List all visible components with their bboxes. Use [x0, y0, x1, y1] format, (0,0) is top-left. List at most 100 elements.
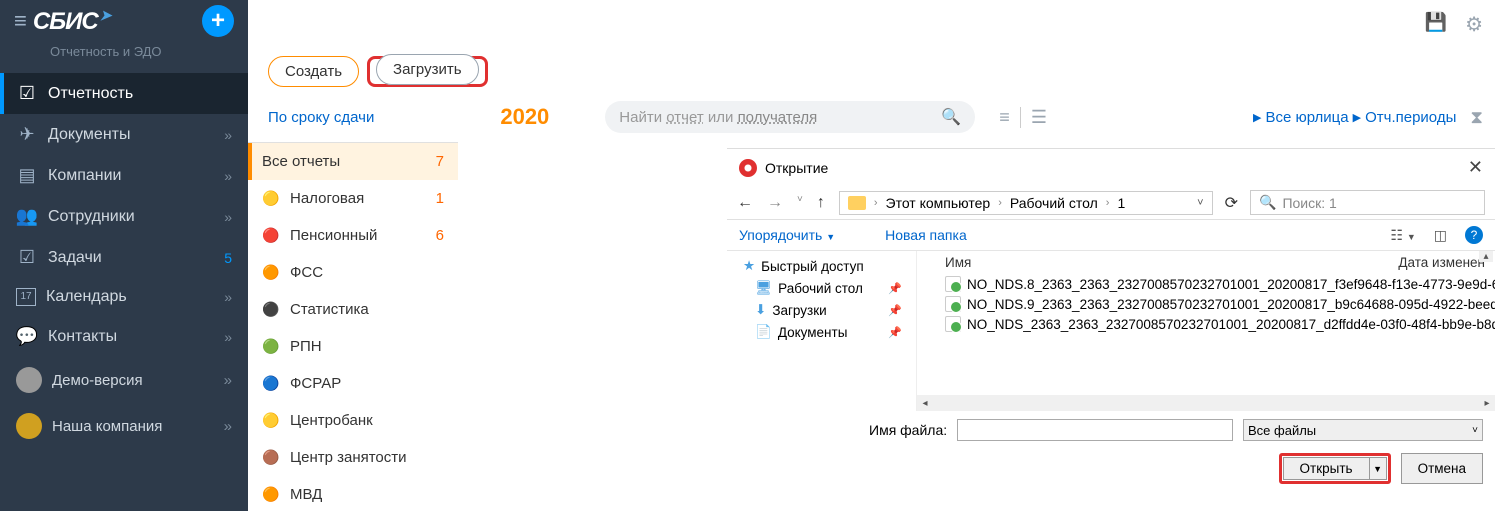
- employees-icon: 👥: [16, 206, 38, 227]
- side-item-documents[interactable]: 📄 Документы 📌: [733, 321, 910, 343]
- report-category-fss[interactable]: 🟠 ФСС: [248, 254, 458, 291]
- sidebar-item-label: Отчетность: [48, 85, 133, 103]
- tasks-badge: 5: [224, 250, 232, 266]
- search-input[interactable]: Найти отчет или получателя 🔍: [605, 101, 975, 133]
- chevron-down-icon[interactable]: ˅: [1197, 197, 1203, 209]
- sidebar-item-label: Контакты: [48, 328, 117, 346]
- periods-link[interactable]: Отч.периоды: [1365, 109, 1456, 126]
- contacts-icon: 💬: [16, 326, 38, 347]
- breadcrumb-item[interactable]: 1: [1117, 195, 1125, 211]
- close-icon[interactable]: ✕: [1468, 157, 1483, 178]
- report-categories: Все отчеты 7 🟡 Налоговая 1 🔴 Пенсионный …: [248, 142, 458, 513]
- report-category-centrobank[interactable]: 🟡 Центробанк: [248, 402, 458, 439]
- sidebar: ≡ СБИС➤ + Отчетность и ЭДО ☑ Отчетность …: [0, 0, 248, 511]
- filename-input[interactable]: [957, 419, 1233, 441]
- nav-up-icon[interactable]: ↑: [817, 194, 825, 212]
- scroll-up-arrow[interactable]: ▴: [1479, 251, 1493, 262]
- dialog-search-input[interactable]: 🔍 Поиск: 1: [1250, 190, 1485, 215]
- sidebar-user[interactable]: Демо-версия »: [0, 357, 248, 403]
- report-category-pension[interactable]: 🔴 Пенсионный 6: [248, 217, 458, 254]
- funnel-icon[interactable]: ⧗: [1470, 107, 1483, 128]
- file-name: NO_NDS.9_2363_2363_2327008570232701001_2…: [967, 297, 1495, 312]
- dialog-sidebar: ★ Быстрый доступ 🖥 Рабочий стол 📌 ⬇ Загр…: [727, 251, 917, 411]
- side-item-downloads[interactable]: ⬇ Загрузки 📌: [733, 299, 910, 321]
- report-category-all[interactable]: Все отчеты 7: [248, 143, 458, 180]
- category-icon: 🟠: [262, 264, 282, 281]
- file-row[interactable]: NO_NDS_2363_2363_2327008570232701001_202…: [917, 314, 1495, 334]
- category-label: Пенсионный: [290, 227, 377, 244]
- sort-icon[interactable]: ≡: [999, 107, 1010, 128]
- open-dropdown-icon[interactable]: ▼: [1369, 457, 1387, 480]
- side-item-label: Документы: [778, 325, 848, 340]
- file-icon: [945, 296, 961, 312]
- column-name[interactable]: Имя: [945, 255, 971, 270]
- sidebar-org[interactable]: Наша компания »: [0, 403, 248, 449]
- cancel-button[interactable]: Отмена: [1401, 453, 1483, 484]
- organize-menu[interactable]: Упорядочить ▼: [739, 227, 835, 243]
- horizontal-scrollbar[interactable]: ◂▸: [917, 395, 1495, 411]
- chevron-down-icon: ˅: [1472, 425, 1478, 436]
- report-category-tax[interactable]: 🟡 Налоговая 1: [248, 180, 458, 217]
- category-icon: 🟡: [262, 190, 282, 207]
- year-label[interactable]: 2020: [500, 104, 549, 130]
- side-item-label: Загрузки: [772, 303, 826, 318]
- search-placeholder: Найти отчет или получателя: [619, 109, 817, 126]
- new-folder-button[interactable]: Новая папка: [885, 227, 967, 243]
- report-category-stat[interactable]: ⚫ Статистика: [248, 291, 458, 328]
- breadcrumb-item[interactable]: Рабочий стол: [1010, 195, 1098, 211]
- refresh-icon[interactable]: ⟳: [1225, 193, 1238, 213]
- sidebar-item-tasks[interactable]: ☑ Задачи 5: [0, 237, 248, 278]
- report-category-employment[interactable]: 🟤 Центр занятости: [248, 439, 458, 476]
- open-button[interactable]: Открыть: [1283, 457, 1369, 480]
- documents-icon: ✈: [16, 124, 38, 145]
- sidebar-item-companies[interactable]: ▤ Компании »: [0, 155, 248, 196]
- hamburger-icon[interactable]: ≡: [14, 8, 27, 34]
- sidebar-item-calendar[interactable]: 17 Календарь »: [0, 278, 248, 316]
- preview-pane-icon[interactable]: ◫: [1434, 227, 1447, 244]
- filename-label: Имя файла:: [869, 422, 947, 438]
- file-row[interactable]: NO_NDS.9_2363_2363_2327008570232701001_2…: [917, 294, 1495, 314]
- view-mode-icon[interactable]: ☷ ▼: [1390, 227, 1415, 244]
- add-button[interactable]: +: [202, 5, 234, 37]
- filter-tab-by-deadline[interactable]: По сроку сдачи: [268, 109, 374, 126]
- category-icon: 🔴: [262, 227, 282, 244]
- triangle-icon: ▶: [1253, 111, 1261, 124]
- all-entities-link[interactable]: Все юрлица: [1265, 109, 1348, 126]
- breadcrumb-bar[interactable]: › Этот компьютер › Рабочий стол › 1 ˅: [839, 191, 1213, 215]
- nav-history-icon[interactable]: ˅: [797, 194, 803, 212]
- column-date[interactable]: Дата изменен: [1398, 255, 1485, 270]
- breadcrumb-item[interactable]: Этот компьютер: [886, 195, 991, 211]
- reports-icon: ☑: [16, 83, 38, 104]
- report-category-rpn[interactable]: 🟢 РПН: [248, 328, 458, 365]
- sidebar-item-label: Сотрудники: [48, 208, 135, 226]
- sidebar-item-contacts[interactable]: 💬 Контакты »: [0, 316, 248, 357]
- nav-back-icon[interactable]: ←: [737, 194, 753, 212]
- gear-icon[interactable]: ⚙: [1465, 12, 1483, 37]
- upload-button[interactable]: Загрузить: [376, 54, 479, 85]
- quick-access[interactable]: ★ Быстрый доступ: [733, 255, 910, 277]
- triangle-icon: ▶: [1353, 111, 1361, 124]
- save-icon[interactable]: 💾: [1425, 12, 1447, 33]
- sidebar-item-label: Компании: [48, 167, 122, 185]
- search-icon: 🔍: [1259, 194, 1276, 211]
- sidebar-item-label: Календарь: [46, 288, 127, 306]
- file-row[interactable]: NO_NDS.8_2363_2363_2327008570232701001_2…: [917, 274, 1495, 294]
- sidebar-item-reports[interactable]: ☑ Отчетность: [0, 73, 248, 114]
- category-icon: 🟤: [262, 449, 282, 466]
- category-label: Налоговая: [290, 190, 364, 207]
- create-button[interactable]: Создать: [268, 56, 359, 87]
- documents-icon: 📄: [755, 324, 772, 340]
- list-icon[interactable]: ☰: [1031, 107, 1047, 128]
- sidebar-item-documents[interactable]: ✈ Документы »: [0, 114, 248, 155]
- report-category-mvd[interactable]: 🟠 МВД: [248, 476, 458, 513]
- file-type-select[interactable]: Все файлы ˅: [1243, 419, 1483, 441]
- chevron-right-icon: »: [224, 289, 232, 305]
- help-icon[interactable]: ?: [1465, 226, 1483, 244]
- logo: СБИС➤: [33, 7, 111, 36]
- side-item-desktop[interactable]: 🖥 Рабочий стол 📌: [733, 277, 910, 299]
- report-category-fsrar[interactable]: 🔵 ФСРАР: [248, 365, 458, 402]
- file-open-dialog: Открытие ✕ ← → ˅ ↑ › Этот компьютер › Ра…: [727, 148, 1495, 511]
- category-label: ФСРАР: [290, 375, 341, 392]
- search-icon[interactable]: 🔍: [941, 107, 961, 127]
- sidebar-item-employees[interactable]: 👥 Сотрудники »: [0, 196, 248, 237]
